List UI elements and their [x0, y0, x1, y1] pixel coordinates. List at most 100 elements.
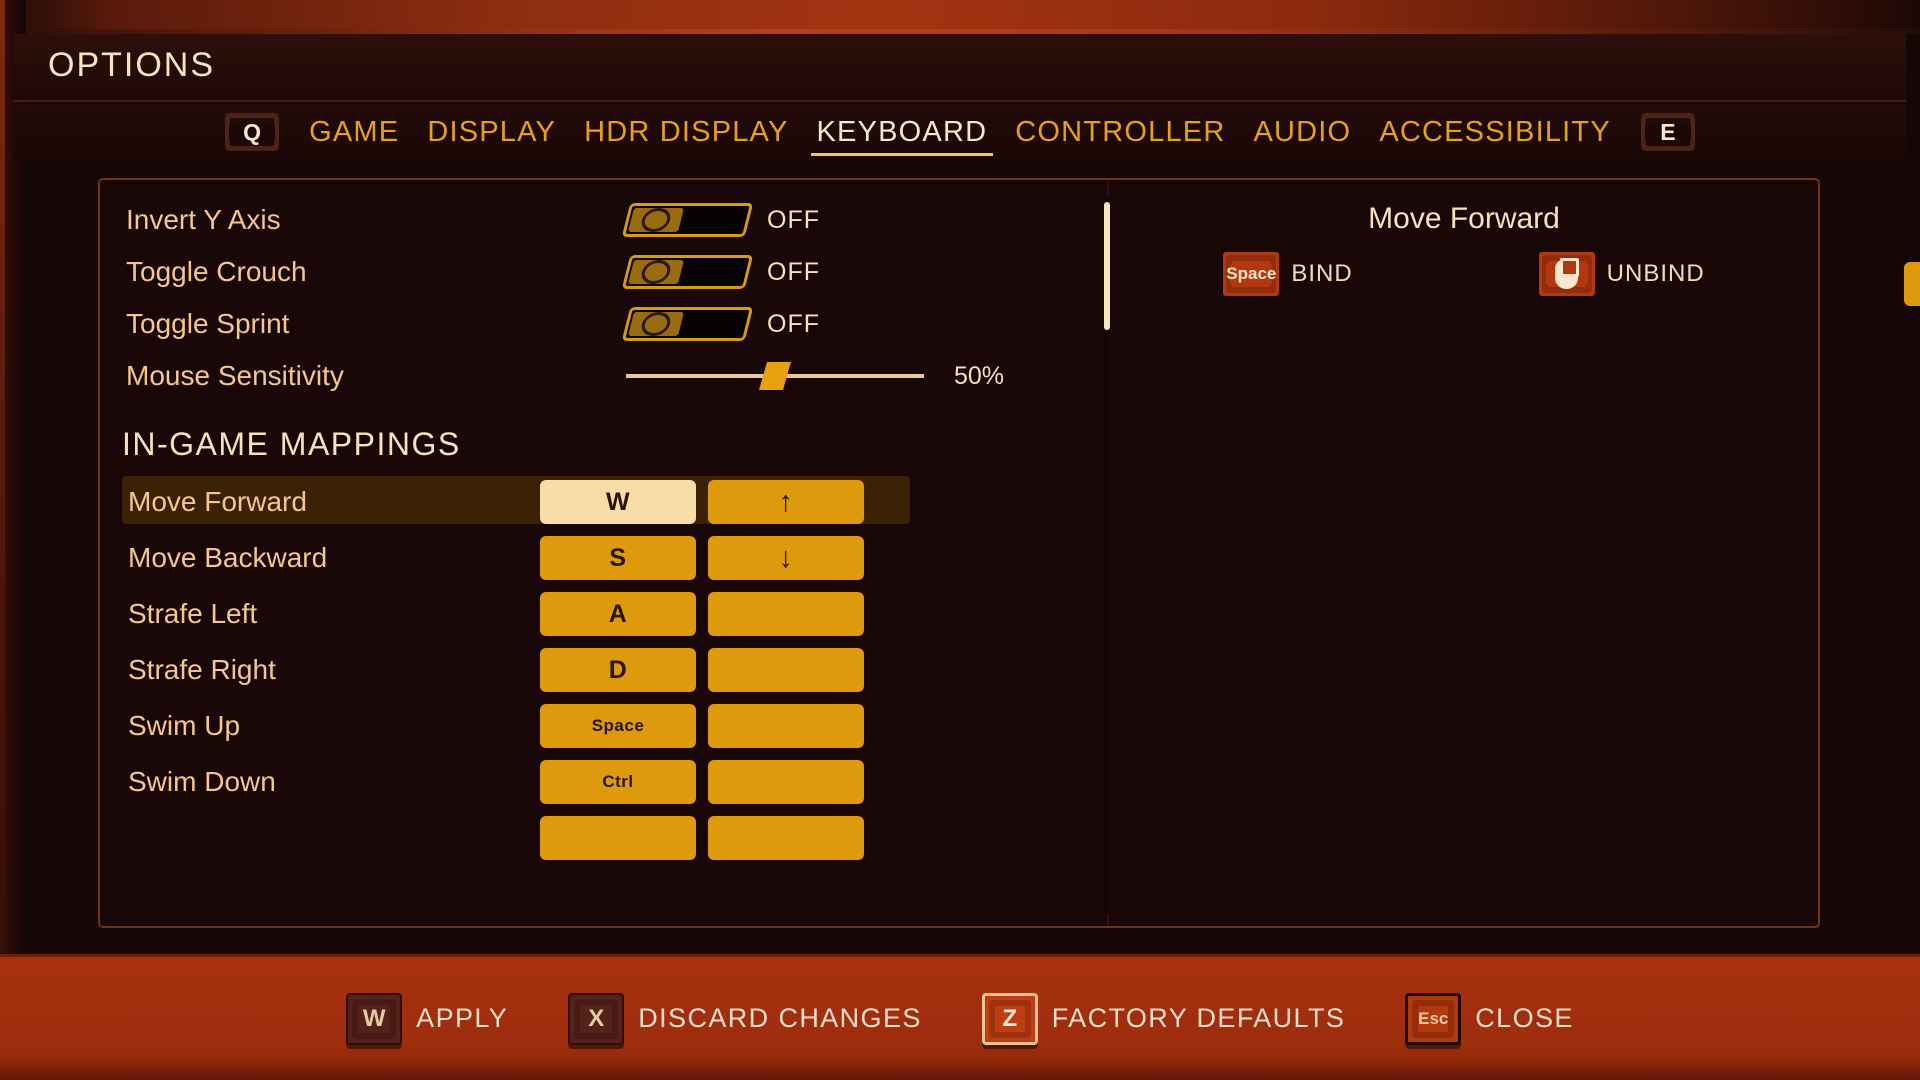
detail-column: Move Forward Space BIND UNBIND — [1110, 180, 1818, 926]
space-key-label: Space — [1226, 264, 1277, 283]
slider-mouse-sensitivity[interactable] — [626, 359, 924, 393]
keybind-primary[interactable] — [540, 816, 696, 860]
mapping-label: Strafe Right — [128, 654, 276, 685]
tab-controller[interactable]: CONTROLLER — [1001, 114, 1239, 151]
keybind-secondary[interactable] — [708, 704, 864, 748]
toggle-knob — [628, 260, 684, 284]
tab-accessibility[interactable]: ACCESSIBILITY — [1365, 114, 1625, 151]
setting-row-toggle-sprint[interactable]: Toggle Sprint OFF — [126, 298, 1076, 350]
keybind-secondary[interactable] — [708, 816, 864, 860]
setting-row-mouse-sensitivity[interactable]: Mouse Sensitivity 50% — [126, 350, 1076, 402]
prompt-unbind[interactable]: UNBIND — [1538, 252, 1705, 296]
keybind-text: ↑ — [778, 485, 794, 518]
toggle-value: OFF — [767, 205, 820, 234]
page-title: OPTIONS — [48, 46, 216, 84]
mapping-row-swim-up[interactable]: Swim Up Space — [122, 700, 1082, 752]
keybind-secondary[interactable] — [708, 592, 864, 636]
keybind-primary[interactable]: Space — [540, 704, 696, 748]
prompt-row: Space BIND UNBIND — [1110, 252, 1818, 296]
mapping-row-strafe-right[interactable]: Strafe Right D — [122, 644, 1082, 696]
keybind-primary[interactable]: Ctrl — [540, 760, 696, 804]
toggle-value: OFF — [767, 309, 820, 338]
keybind-text: Space — [591, 716, 645, 735]
setting-label: Toggle Crouch — [126, 256, 307, 287]
mapping-row-partial[interactable] — [122, 812, 1082, 864]
tab-audio[interactable]: AUDIO — [1239, 114, 1365, 151]
tab-bar: Q GAME DISPLAY HDR DISPLAY KEYBOARD CONT… — [14, 104, 1906, 160]
key-label: Esc — [1418, 1008, 1449, 1028]
mapping-label: Move Forward — [128, 486, 307, 517]
esc-key-icon[interactable]: Esc — [1405, 992, 1462, 1045]
keybind-secondary[interactable]: ↑ — [708, 480, 864, 524]
keybind-secondary[interactable]: ↓ — [708, 536, 864, 580]
setting-row-invert-y-axis[interactable]: Invert Y Axis OFF — [126, 194, 1076, 246]
footer-label-apply: APPLY — [416, 1003, 509, 1033]
keybind-primary[interactable]: W — [540, 480, 696, 524]
mapping-label: Swim Down — [128, 766, 276, 797]
footer-label-close: CLOSE — [1475, 1003, 1574, 1033]
toggle-value: OFF — [767, 257, 820, 286]
w-key-icon[interactable]: W — [346, 992, 403, 1045]
footer-action-factory-defaults[interactable]: Z FACTORY DEFAULTS — [981, 992, 1346, 1045]
right-bumper-icon[interactable]: E — [1640, 113, 1695, 151]
keybind-text: S — [609, 543, 627, 572]
mapping-row-move-forward[interactable]: Move Forward W ↑ — [122, 476, 1082, 528]
mapping-row-swim-down[interactable]: Swim Down Ctrl — [122, 756, 1082, 808]
keybind-secondary[interactable] — [708, 648, 864, 692]
setting-row-toggle-crouch[interactable]: Toggle Crouch OFF — [126, 246, 1076, 298]
settings-column: Invert Y Axis OFF Toggle Crouch OFF Togg… — [100, 180, 1100, 926]
left-bumper-icon[interactable]: Q — [225, 113, 280, 151]
keybind-text: D — [608, 655, 628, 684]
setting-label: Mouse Sensitivity — [126, 360, 344, 391]
tab-display[interactable]: DISPLAY — [413, 114, 570, 151]
toggle-invert-y-axis[interactable] — [621, 203, 754, 237]
mapping-label: Move Backward — [128, 542, 328, 573]
space-key-icon[interactable]: Space — [1223, 252, 1280, 296]
footer-action-bar: W APPLY X DISCARD CHANGES Z FACTORY DEFA… — [0, 954, 1920, 1080]
keybind-primary[interactable]: A — [540, 592, 696, 636]
key-label: X — [588, 1004, 605, 1032]
toggle-knob — [628, 312, 684, 336]
keybind-text: Ctrl — [602, 772, 634, 791]
toggle-toggle-crouch[interactable] — [621, 255, 754, 289]
mapping-label: Swim Up — [128, 710, 241, 741]
x-key-icon[interactable]: X — [568, 992, 625, 1045]
footer-label-factory-defaults: FACTORY DEFAULTS — [1051, 1003, 1346, 1033]
options-panel: Invert Y Axis OFF Toggle Crouch OFF Togg… — [98, 178, 1820, 928]
toggle-knob — [628, 208, 684, 232]
tab-game[interactable]: GAME — [295, 114, 413, 151]
prompt-label-bind: BIND — [1291, 260, 1353, 287]
header-band — [14, 34, 1906, 102]
left-decorative-edge — [0, 0, 26, 1080]
right-bumper-label: E — [1660, 118, 1676, 145]
toggle-toggle-sprint[interactable] — [621, 307, 754, 341]
detail-title: Move Forward — [1368, 202, 1560, 235]
mapping-list: Move Forward W ↑ Move Backward S ↓ Straf… — [122, 476, 1082, 868]
z-key-icon[interactable]: Z — [981, 992, 1038, 1045]
mapping-label: Strafe Left — [128, 598, 258, 629]
section-header-in-game-mappings: IN-GAME MAPPINGS — [122, 426, 461, 462]
keybind-primary[interactable]: S — [540, 536, 696, 580]
top-decorative-strip — [0, 0, 1920, 34]
slider-thumb[interactable] — [758, 362, 792, 390]
mapping-row-move-backward[interactable]: Move Backward S ↓ — [122, 532, 1082, 584]
keybind-text: W — [605, 487, 631, 516]
setting-label: Toggle Sprint — [126, 308, 290, 339]
prompt-bind[interactable]: Space BIND — [1223, 252, 1352, 296]
footer-action-close[interactable]: Esc CLOSE — [1405, 992, 1574, 1045]
keybind-secondary[interactable] — [708, 760, 864, 804]
slider-value: 50% — [954, 361, 1005, 390]
keybind-primary[interactable]: D — [540, 648, 696, 692]
keybind-text: A — [608, 599, 628, 628]
mouse-icon-button[interactable] — [1538, 252, 1595, 296]
footer-action-apply[interactable]: W APPLY — [346, 992, 509, 1045]
tab-hdr-display[interactable]: HDR DISPLAY — [570, 114, 802, 151]
mapping-row-strafe-left[interactable]: Strafe Left A — [122, 588, 1082, 640]
key-label: W — [362, 1004, 386, 1032]
footer-action-discard-changes[interactable]: X DISCARD CHANGES — [568, 992, 922, 1045]
offscreen-keyslot-peek — [1904, 262, 1920, 306]
prompt-label-unbind: UNBIND — [1606, 260, 1705, 287]
keybind-text: ↓ — [778, 541, 794, 574]
key-label: Z — [1002, 1004, 1018, 1032]
tab-keyboard[interactable]: KEYBOARD — [803, 114, 1002, 156]
